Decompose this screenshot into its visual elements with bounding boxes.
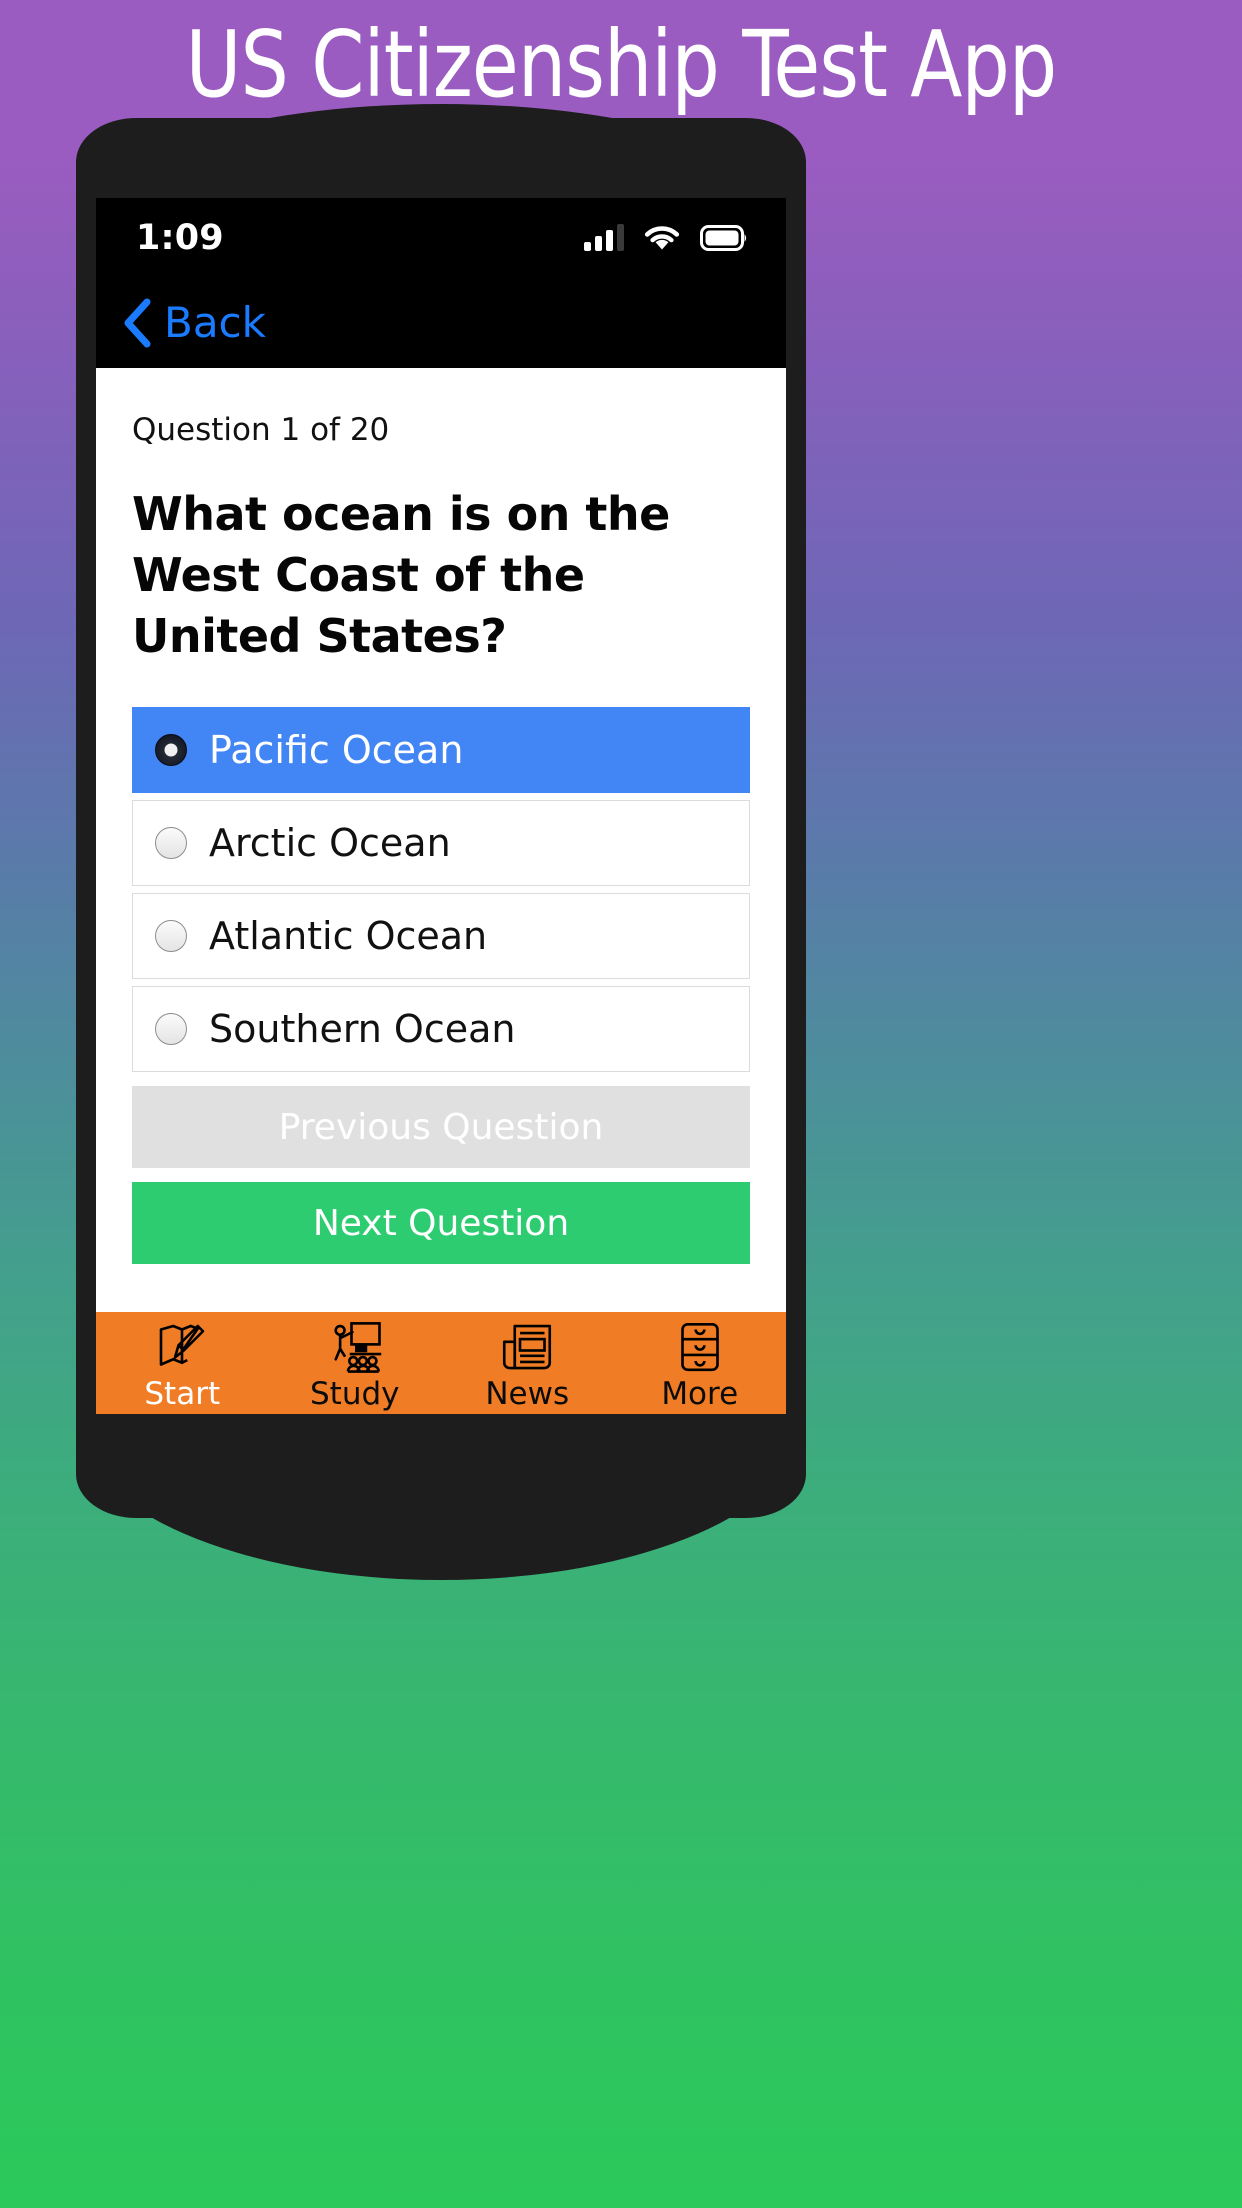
classroom-icon xyxy=(334,1322,381,1373)
answer-options-list: Pacific Ocean Arctic Ocean Atlantic Ocea… xyxy=(132,707,750,1072)
answer-option-4[interactable]: Southern Ocean xyxy=(132,986,750,1072)
tab-news[interactable]: News xyxy=(441,1312,614,1414)
quiz-content: Question 1 of 20 What ocean is on the We… xyxy=(96,368,786,1312)
answer-option-label: Pacific Ocean xyxy=(209,728,464,772)
tab-label: News xyxy=(485,1376,570,1412)
newspaper-icon xyxy=(503,1324,552,1370)
radio-button-icon[interactable] xyxy=(155,920,187,952)
answer-option-3[interactable]: Atlantic Ocean xyxy=(132,893,750,979)
back-button[interactable]: Back xyxy=(120,297,266,349)
tab-bar: Start Study News More xyxy=(96,1312,786,1414)
navigation-bar: Back xyxy=(96,278,786,368)
page-title: US Citizenship Test App xyxy=(185,11,1058,118)
question-text: What ocean is on the West Coast of the U… xyxy=(132,487,670,663)
answer-option-label: Atlantic Ocean xyxy=(209,914,488,958)
answer-option-2[interactable]: Arctic Ocean xyxy=(132,800,750,886)
chevron-left-icon xyxy=(124,298,151,348)
battery-icon xyxy=(700,225,747,251)
radio-button-icon[interactable] xyxy=(155,1013,187,1045)
answer-option-1[interactable]: Pacific Ocean xyxy=(132,707,750,793)
map-pencil-icon xyxy=(159,1324,205,1366)
quiz-actions: Previous Question Next Question xyxy=(132,1086,750,1264)
status-time: 1:09 xyxy=(136,218,224,258)
previous-question-button[interactable]: Previous Question xyxy=(132,1086,750,1168)
status-icons xyxy=(584,224,748,252)
next-question-button[interactable]: Next Question xyxy=(132,1182,750,1264)
status-bar: 1:09 xyxy=(96,198,786,278)
tab-more[interactable]: More xyxy=(614,1312,787,1414)
radio-button-icon[interactable] xyxy=(155,827,187,859)
signal-bars-icon xyxy=(584,224,624,251)
wifi-icon xyxy=(644,226,680,250)
radio-button-selected-icon[interactable] xyxy=(155,734,187,766)
back-label: Back xyxy=(164,298,266,347)
tab-label: More xyxy=(661,1376,739,1412)
answer-option-label: Arctic Ocean xyxy=(209,821,451,865)
tab-label: Start xyxy=(144,1376,221,1412)
file-drawers-icon xyxy=(680,1322,719,1372)
tab-study[interactable]: Study xyxy=(269,1312,442,1414)
phone-screen: 1:09 Back Question 1 of 20 What ocean is… xyxy=(96,198,786,1414)
answer-option-label: Southern Ocean xyxy=(209,1007,516,1051)
phone-frame-bottom xyxy=(76,1420,806,1580)
question-counter: Question 1 of 20 xyxy=(132,412,390,448)
tab-start[interactable]: Start xyxy=(96,1312,269,1414)
tab-label: Study xyxy=(309,1376,400,1412)
